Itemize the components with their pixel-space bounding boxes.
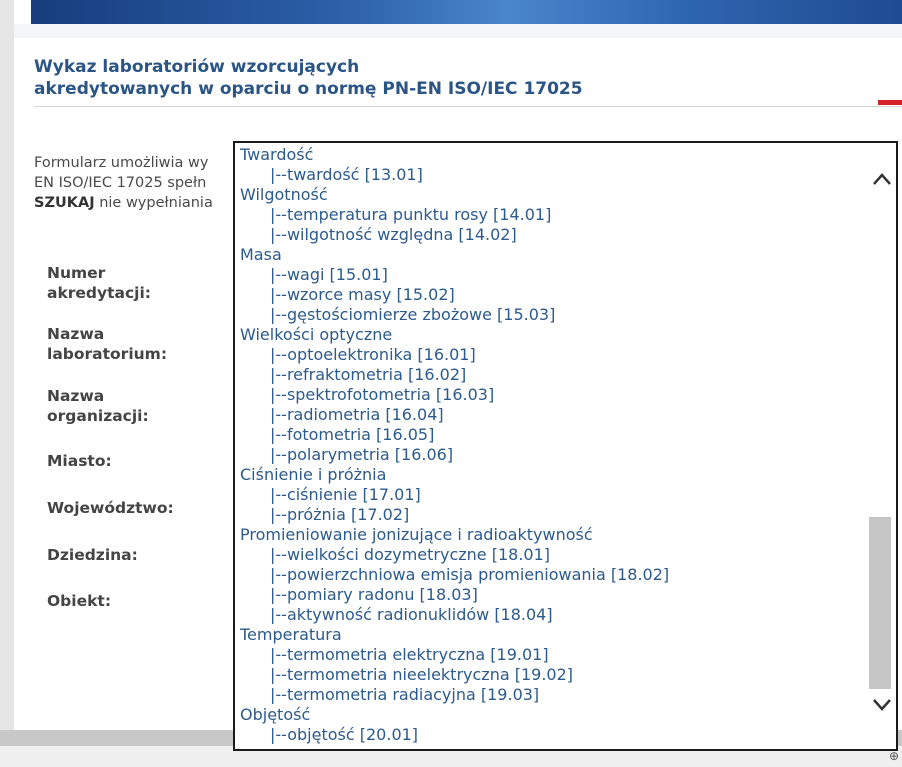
banner-strip [14,24,902,38]
dropdown-option[interactable]: |--termometria radiacyjna [19.03] [240,685,860,705]
dropdown-option[interactable]: |--polarymetria [16.06] [240,445,860,465]
label-line: Nazwa [47,387,105,405]
label-line: Miasto: [47,452,112,470]
title-divider [34,106,902,107]
label-laboratory-name: Nazwa laboratorium: [47,324,167,364]
dropdown-option-group[interactable]: Wilgotność [240,185,860,205]
label-line: Numer [47,264,106,282]
dropdown-option[interactable]: |--wzorce masy [15.02] [240,285,860,305]
search-keyword: SZUKAJ [34,195,95,211]
dropdown-options: Twardość |--twardość [13.01] Wilgotność |--… [240,145,860,745]
red-accent-bar [878,100,902,105]
dropdown-option-group[interactable]: Ciśnienie i próżnia [240,465,860,485]
dropdown-option[interactable]: |--temperatura punktu rosy [14.01] [240,205,860,225]
dropdown-option[interactable]: |--radiometria [16.04] [240,405,860,425]
dropdown-option[interactable]: |--twardość [13.01] [240,165,860,185]
dropdown-option[interactable]: |--powierzchniowa emisja promieniowania … [240,565,860,585]
dropdown-option[interactable]: |--próżnia [17.02] [240,505,860,525]
label-line: Nazwa [47,325,105,343]
zoom-icon[interactable]: ⊕ [889,749,899,763]
chevron-down-icon[interactable] [868,695,896,719]
label-voivodeship: Województwo: [47,498,174,518]
dropdown-option[interactable]: |--termometria elektryczna [19.01] [240,645,860,665]
intro-line3-rest: nie wypełniania [94,195,213,211]
dropdown-option[interactable]: |--gęstościomierze zbożowe [15.03] [240,305,860,325]
page-title-line2: akredytowanych w oparciu o normę PN-EN I… [34,79,583,99]
dropdown-option-group[interactable]: Temperatura [240,625,860,645]
dropdown-option[interactable]: |--termometria nieelektryczna [19.02] [240,665,860,685]
label-city: Miasto: [47,451,112,471]
label-organization-name: Nazwa organizacji: [47,386,149,426]
label-field: Dziedzina: [47,545,138,565]
header-banner [31,0,902,24]
label-object: Obiekt: [47,591,111,611]
label-line: Województwo: [47,499,174,517]
page-title: Wykaz laboratoriów wzorcujących akredyto… [34,56,583,100]
dropdown-option[interactable]: |--wielkości dozymetryczne [18.01] [240,545,860,565]
dropdown-option[interactable]: |--optoelektronika [16.01] [240,345,860,365]
dropdown-option[interactable]: |--fotometria [16.05] [240,425,860,445]
dropdown-option[interactable]: |--objętość [20.01] [240,725,860,745]
intro-line2: EN ISO/IEC 17025 spełn [34,175,207,191]
chevron-up-icon[interactable] [868,169,896,193]
dropdown-option[interactable]: |--ciśnienie [17.01] [240,485,860,505]
dropdown-option[interactable]: |--wilgotność względna [14.02] [240,225,860,245]
field-dropdown-list[interactable]: Twardość |--twardość [13.01] Wilgotność |--… [233,141,898,751]
label-line: laboratorium: [47,345,168,363]
page-title-line1: Wykaz laboratoriów wzorcujących [34,57,360,77]
dropdown-option[interactable]: |--refraktometria [16.02] [240,365,860,385]
dropdown-option-group[interactable]: Promieniowanie jonizujące i radioaktywno… [240,525,860,545]
dropdown-option[interactable]: |--pomiary radonu [18.03] [240,585,860,605]
dropdown-option[interactable]: |--spektrofotometria [16.03] [240,385,860,405]
dropdown-option-group[interactable]: Twardość [240,145,860,165]
label-line: organizacji: [47,407,149,425]
label-line: akredytacji: [47,284,152,302]
dropdown-option[interactable]: |--wagi [15.01] [240,265,860,285]
label-accreditation-number: Numer akredytacji: [47,263,151,303]
scrollbar-thumb[interactable] [869,517,891,689]
dropdown-scrollbar[interactable] [868,143,896,749]
intro-line1: Formularz umożliwia wy [34,155,209,171]
intro-line3: SZUKAJ nie wypełniania [34,193,244,213]
dropdown-option-group[interactable]: Wielkości optyczne [240,325,860,345]
dropdown-option[interactable]: |--aktywność radionuklidów [18.04] [240,605,860,625]
dropdown-option-group[interactable]: Masa [240,245,860,265]
label-line: Obiekt: [47,592,112,610]
label-line: Dziedzina: [47,546,138,564]
intro-text: Formularz umożliwia wy EN ISO/IEC 17025 … [34,153,244,213]
dropdown-option-group[interactable]: Objętość [240,705,860,725]
